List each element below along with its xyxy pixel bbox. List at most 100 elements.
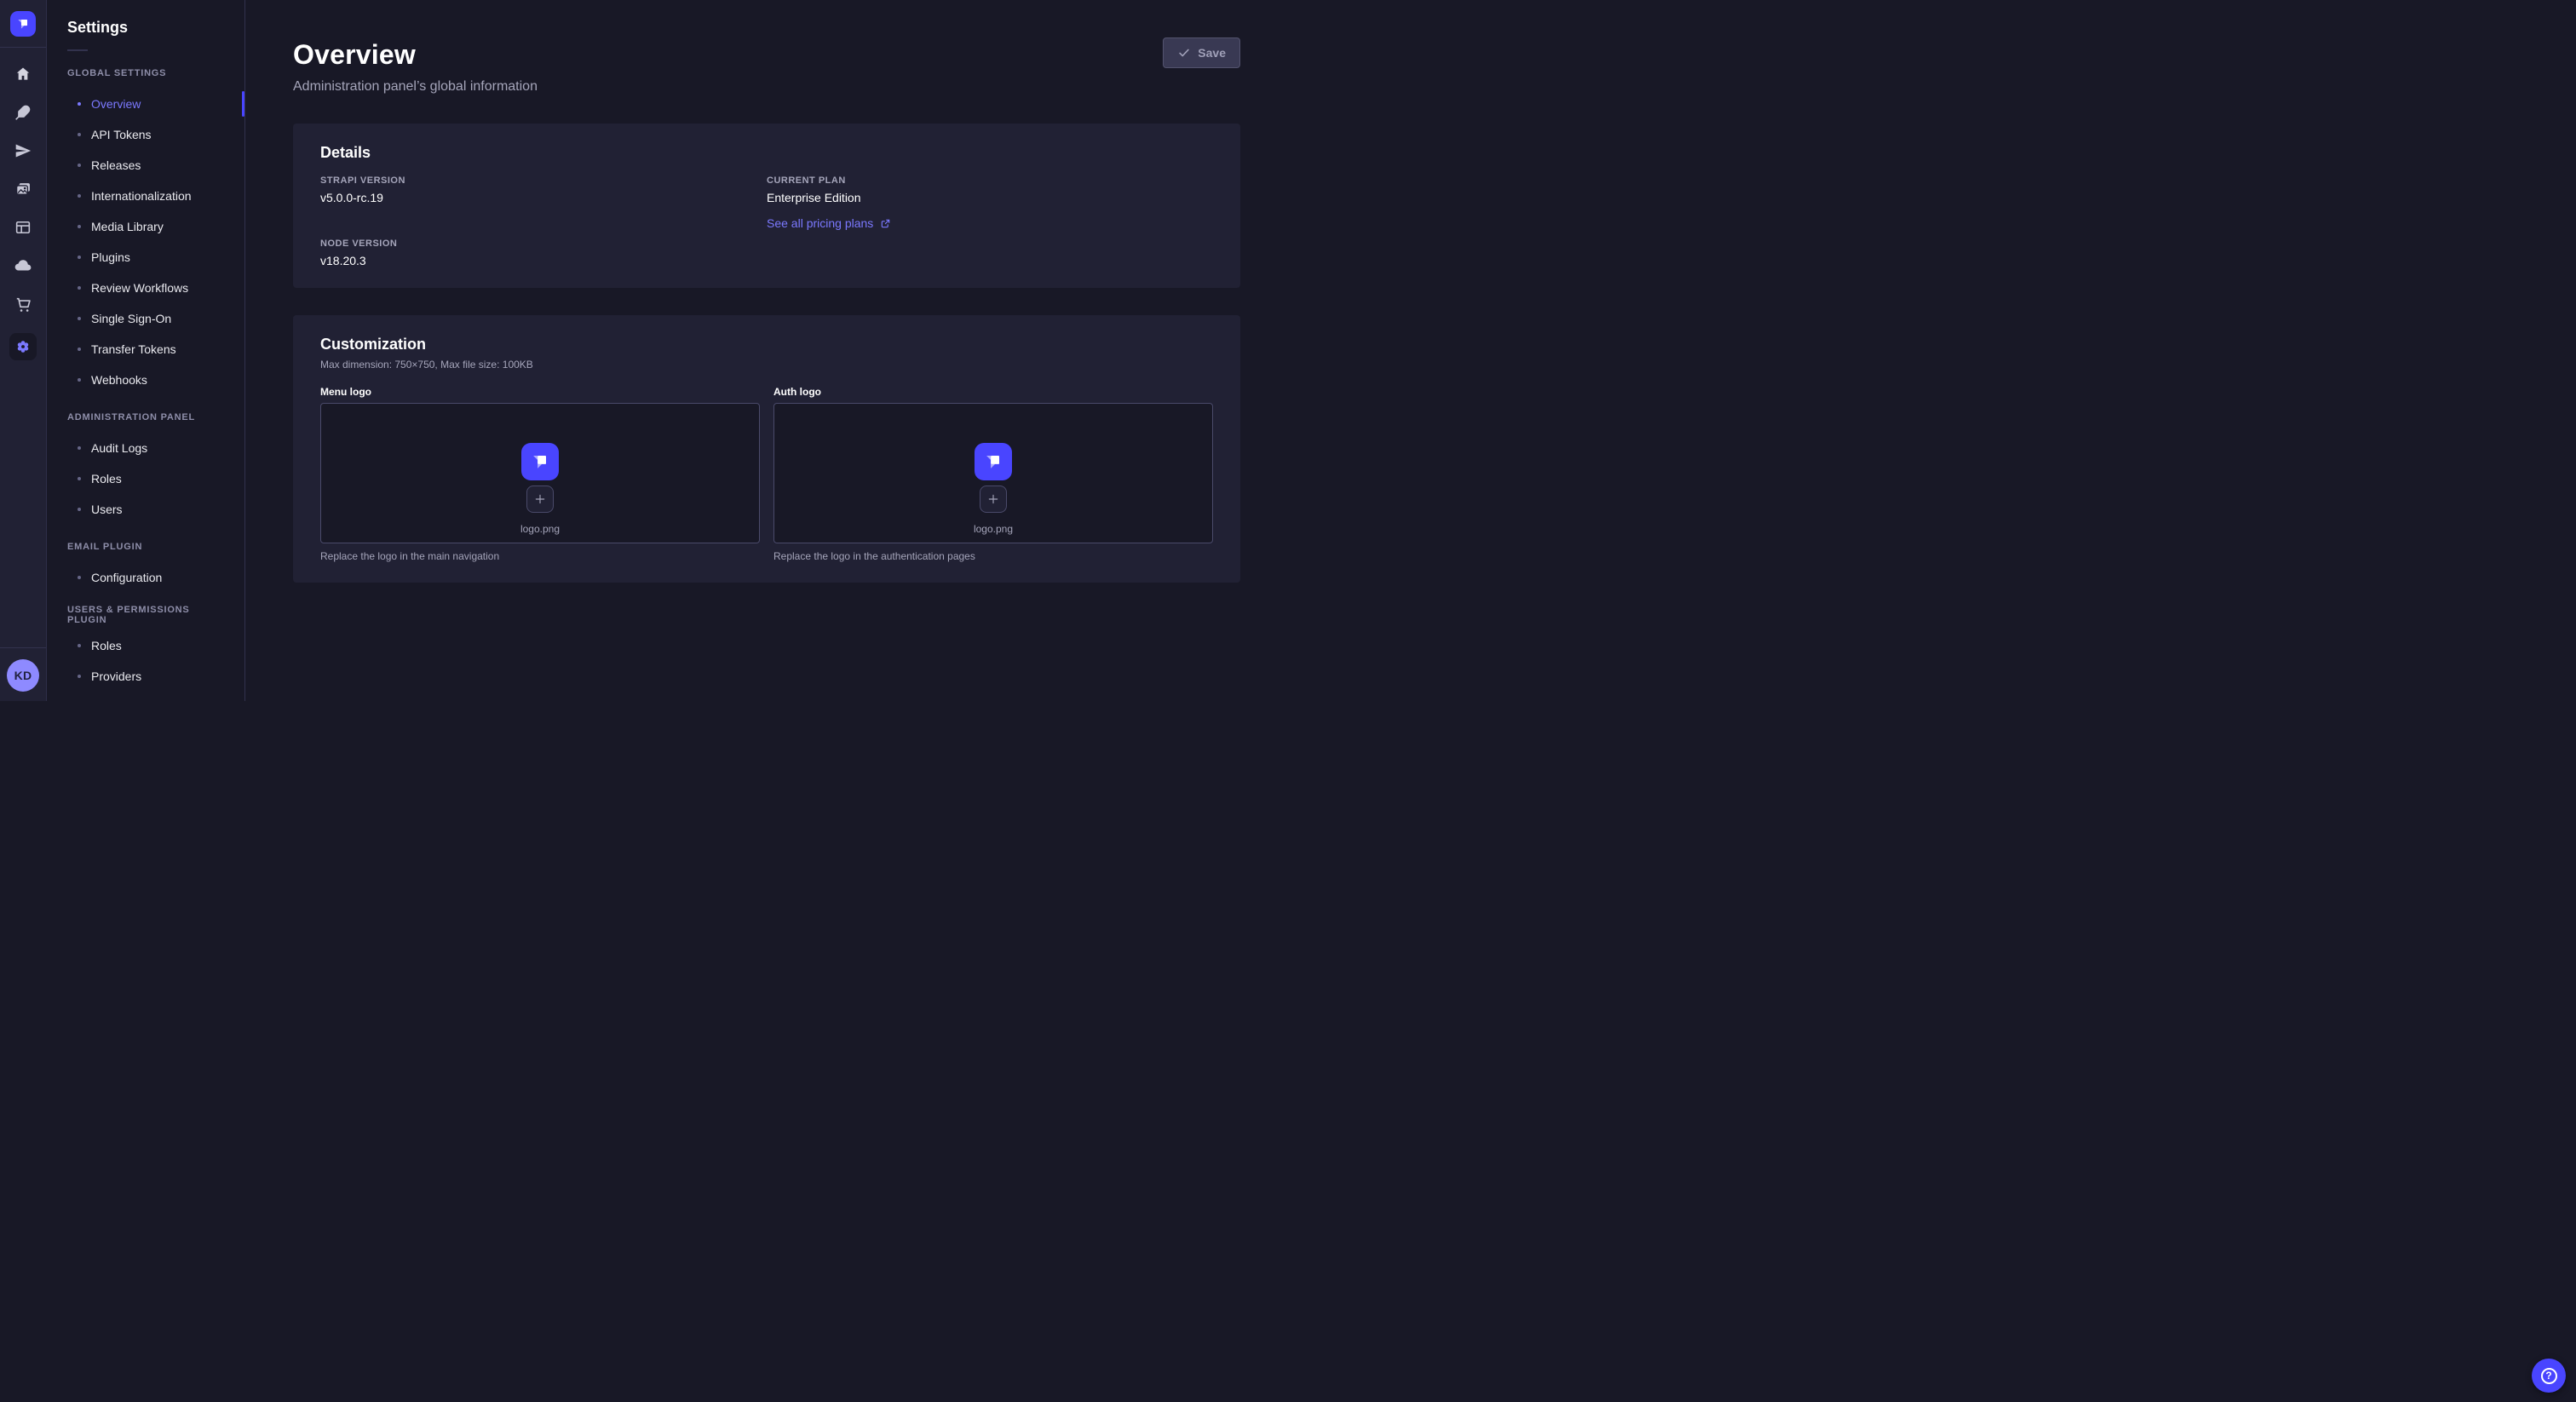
nav-content-type-builder-button[interactable] [14,141,32,160]
sidebar-item-transfer-tokens[interactable]: Transfer Tokens [47,334,244,365]
plus-icon [986,492,1000,506]
layout-panel-icon [14,219,32,236]
sidebar-item-label: Overview [91,97,141,111]
nav-media-library-button[interactable] [14,180,32,198]
user-avatar[interactable]: KD [7,659,39,692]
page-header: Overview Administration panel’s global i… [293,39,1240,95]
plus-icon [533,492,547,506]
sidebar-item-admin-users[interactable]: Users [47,494,244,525]
section-header-global-settings: GLOBAL SETTINGS [47,65,244,82]
current-plan-label: CURRENT PLAN [767,175,1213,186]
main-content: Overview Administration panel’s global i… [245,0,1288,701]
bullet-icon [78,164,81,167]
sidebar-item-admin-roles[interactable]: Roles [47,463,244,494]
sidebar-item-up-roles[interactable]: Roles [47,630,244,661]
pricing-plans-link[interactable]: See all pricing plans [767,216,891,230]
images-icon [14,181,32,198]
cloud-icon [14,256,32,275]
bullet-icon [78,102,81,106]
menu-logo-upload-box[interactable]: logo.png [320,403,760,543]
auth-logo-block: Auth logo [773,386,1213,562]
sidebar-item-label: Media Library [91,220,164,233]
sidebar-item-api-tokens[interactable]: API Tokens [47,119,244,150]
sidebar-item-releases[interactable]: Releases [47,150,244,181]
node-version-label: NODE VERSION [320,238,767,249]
question-mark-icon: ? [2541,1368,2557,1384]
nav-panel-button[interactable] [14,218,32,237]
auth-logo-preview [975,443,1012,480]
sidebar-item-label: Releases [91,158,141,172]
bullet-icon [78,256,81,259]
strapi-version-value: v5.0.0-rc.19 [320,191,767,204]
section-users-permissions-plugin: USERS & PERMISSIONS PLUGIN Roles Provide… [47,606,244,692]
menu-logo-block: Menu logo [320,386,760,562]
current-plan-field: CURRENT PLAN Enterprise Edition [767,175,1213,204]
save-button-label: Save [1198,46,1226,60]
bullet-icon [78,446,81,450]
feather-icon [14,104,32,121]
gear-icon [14,337,32,356]
current-plan-value: Enterprise Edition [767,191,1213,204]
divider [0,47,46,48]
bullet-icon [78,317,81,320]
sidebar-item-audit-logs[interactable]: Audit Logs [47,433,244,463]
menu-logo-caption: Replace the logo in the main navigation [320,550,760,562]
sidebar-item-plugins[interactable]: Plugins [47,242,244,273]
sidebar-item-label: Single Sign-On [91,312,171,325]
shopping-cart-icon [14,296,32,313]
sidebar-item-label: Internationalization [91,189,192,203]
auth-logo-filename: logo.png [974,523,1013,535]
bullet-icon [78,225,81,228]
customization-card-title: Customization [320,336,1213,353]
strapi-mark-icon [14,15,32,32]
auth-logo-upload-box[interactable]: logo.png [773,403,1213,543]
customization-card: Customization Max dimension: 750×750, Ma… [293,315,1240,583]
help-button[interactable]: ? [2532,1359,2566,1393]
bullet-icon [78,675,81,678]
section-administration-panel: ADMINISTRATION PANEL Audit Logs Roles Us… [47,409,244,525]
sidebar-item-label: Plugins [91,250,130,264]
nav-cloud-button[interactable] [14,256,32,275]
node-version-field: NODE VERSION v18.20.3 [320,238,767,267]
sidebar-item-overview[interactable]: Overview [47,89,244,119]
details-card-title: Details [320,144,1213,162]
sidebar-item-label: Configuration [91,571,162,584]
auth-logo-add-button[interactable] [980,486,1007,513]
paper-plane-icon [14,142,32,159]
sidebar-item-single-sign-on[interactable]: Single Sign-On [47,303,244,334]
sidebar-item-review-workflows[interactable]: Review Workflows [47,273,244,303]
sidebar-item-email-configuration[interactable]: Configuration [47,562,244,593]
auth-logo-caption: Replace the logo in the authentication p… [773,550,1213,562]
page-title: Overview [293,39,538,71]
main-nav-rail: KD [0,0,47,701]
node-version-value: v18.20.3 [320,254,767,267]
sidebar-item-up-providers[interactable]: Providers [47,661,244,692]
menu-logo-add-button[interactable] [526,486,554,513]
pricing-plans-link-label: See all pricing plans [767,216,873,230]
strapi-version-field: STRAPI VERSION v5.0.0-rc.19 [320,175,767,204]
nav-content-manager-button[interactable] [14,103,32,122]
strapi-mark-icon [528,450,552,474]
save-button[interactable]: Save [1163,37,1240,68]
auth-logo-label: Auth logo [773,386,1213,398]
sidebar-item-media-library[interactable]: Media Library [47,211,244,242]
strapi-logo[interactable] [10,11,36,37]
bullet-icon [78,576,81,579]
external-link-icon [880,218,891,229]
nav-home-button[interactable] [14,65,32,83]
sidebar-item-label: Roles [91,639,122,652]
sidebar-item-label: Audit Logs [91,441,147,455]
sidebar-item-internationalization[interactable]: Internationalization [47,181,244,211]
section-header-users-permissions-plugin: USERS & PERMISSIONS PLUGIN [47,606,244,623]
sidebar-item-label: API Tokens [91,128,152,141]
sidebar-item-label: Users [91,503,123,516]
sidebar-item-webhooks[interactable]: Webhooks [47,365,244,395]
nav-marketplace-button[interactable] [14,295,32,313]
check-icon [1177,46,1191,60]
bullet-icon [78,477,81,480]
bullet-icon [78,194,81,198]
menu-logo-preview [521,443,559,480]
nav-settings-button[interactable] [9,333,37,360]
menu-logo-label: Menu logo [320,386,760,398]
sidebar-item-label: Transfer Tokens [91,342,176,356]
